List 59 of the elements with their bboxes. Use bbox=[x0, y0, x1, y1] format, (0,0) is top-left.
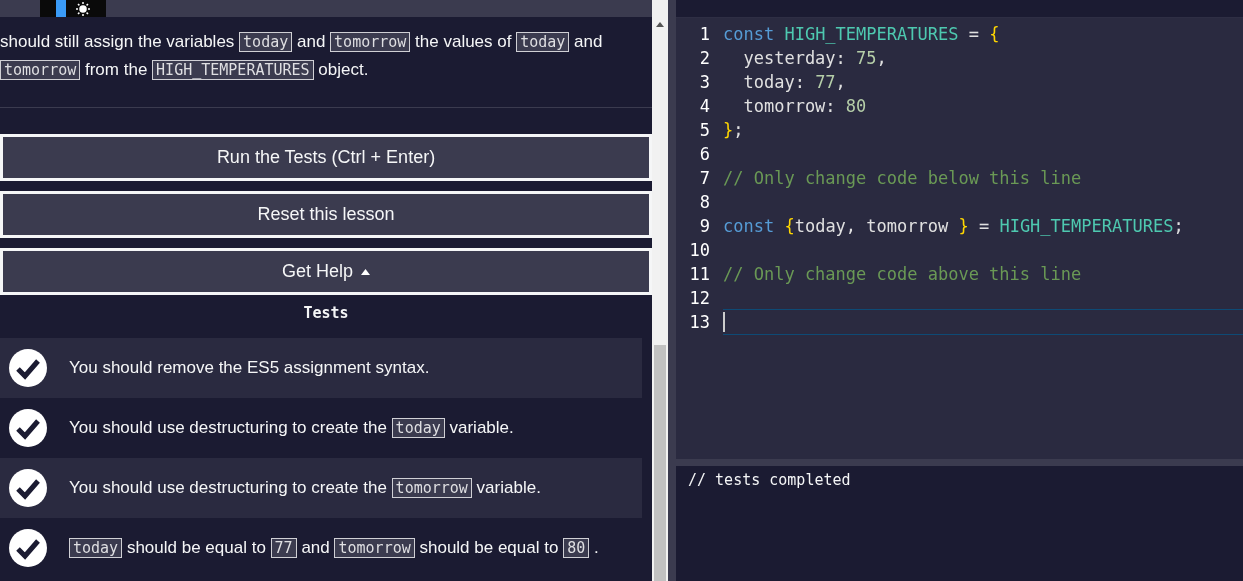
inline-code: today bbox=[239, 32, 293, 52]
code-line: yesterday: 75, bbox=[742, 48, 887, 68]
inline-code: tomorrow bbox=[391, 478, 472, 498]
line-number: 12 bbox=[688, 288, 710, 308]
inline-code: tomorrow bbox=[334, 538, 415, 558]
line-number: 10 bbox=[688, 240, 710, 260]
inline-code: 77 bbox=[270, 538, 297, 558]
test-text: . bbox=[593, 538, 599, 557]
console-output: // tests completed bbox=[688, 471, 851, 489]
code-line: today: 77, bbox=[742, 72, 846, 92]
test-text: should be equal to bbox=[419, 538, 559, 557]
description-text: the values of bbox=[415, 32, 512, 51]
description-text: and bbox=[297, 32, 326, 51]
action-button[interactable]: Get Help bbox=[0, 248, 652, 295]
scrollbar-thumb[interactable] bbox=[654, 345, 666, 581]
line-number: 5 bbox=[698, 120, 710, 140]
inline-code: today bbox=[69, 538, 123, 558]
description-text: and bbox=[574, 32, 603, 51]
action-button[interactable]: Run the Tests (Ctrl + Enter) bbox=[0, 134, 652, 181]
description-text: object. bbox=[318, 60, 369, 79]
line-number: 13 bbox=[688, 312, 710, 332]
sun-icon[interactable] bbox=[76, 1, 90, 16]
line-number: 7 bbox=[698, 168, 710, 188]
line-number: 8 bbox=[698, 192, 710, 212]
inline-code: HIGH_TEMPERATURES bbox=[152, 60, 314, 80]
test-text: should be equal to bbox=[126, 538, 266, 557]
description-text: should still assign the variables bbox=[0, 32, 235, 51]
line-number: 6 bbox=[698, 144, 710, 164]
line-number: 9 bbox=[698, 216, 710, 236]
line-number: 4 bbox=[698, 96, 710, 116]
code-line: const HIGH_TEMPERATURES = { bbox=[723, 24, 1000, 44]
inline-code: tomorrow bbox=[0, 60, 81, 80]
tests-heading: Tests bbox=[303, 304, 349, 324]
line-number: 2 bbox=[698, 48, 710, 68]
test-text: and bbox=[301, 538, 330, 557]
line-number: 11 bbox=[688, 264, 710, 284]
bar-icon[interactable] bbox=[56, 0, 66, 17]
code-line: // Only change code above this line bbox=[723, 264, 1082, 284]
code-line: tomorrow: 80 bbox=[742, 96, 867, 116]
scrollbar[interactable] bbox=[652, 0, 668, 581]
inline-code: 80 bbox=[563, 538, 590, 558]
test-text: variable. bbox=[449, 418, 514, 437]
up-arrow-icon[interactable] bbox=[656, 22, 664, 27]
test-text: variable. bbox=[476, 478, 541, 497]
inline-code: today bbox=[391, 418, 445, 438]
code-line: // Only change code below this line bbox=[723, 168, 1082, 188]
action-button[interactable]: Reset this lesson bbox=[0, 191, 652, 238]
line-number: 3 bbox=[698, 72, 710, 92]
test-text: You should use destructuring to create the bbox=[69, 418, 387, 437]
inline-code: today bbox=[516, 32, 570, 52]
line-number: 1 bbox=[698, 24, 710, 44]
code-line: const {today, tomorrow } = HIGH_TEMPERATURES; bbox=[723, 216, 1184, 236]
description-text: from the bbox=[85, 60, 148, 79]
code-editor[interactable] bbox=[676, 18, 1243, 459]
test-text: You should remove the ES5 assignment syntax. bbox=[69, 358, 430, 377]
text-cursor bbox=[723, 312, 725, 332]
inline-code: tomorrow bbox=[330, 32, 411, 52]
code-line: }; bbox=[723, 120, 744, 140]
test-text: You should use destructuring to create the bbox=[69, 478, 387, 497]
